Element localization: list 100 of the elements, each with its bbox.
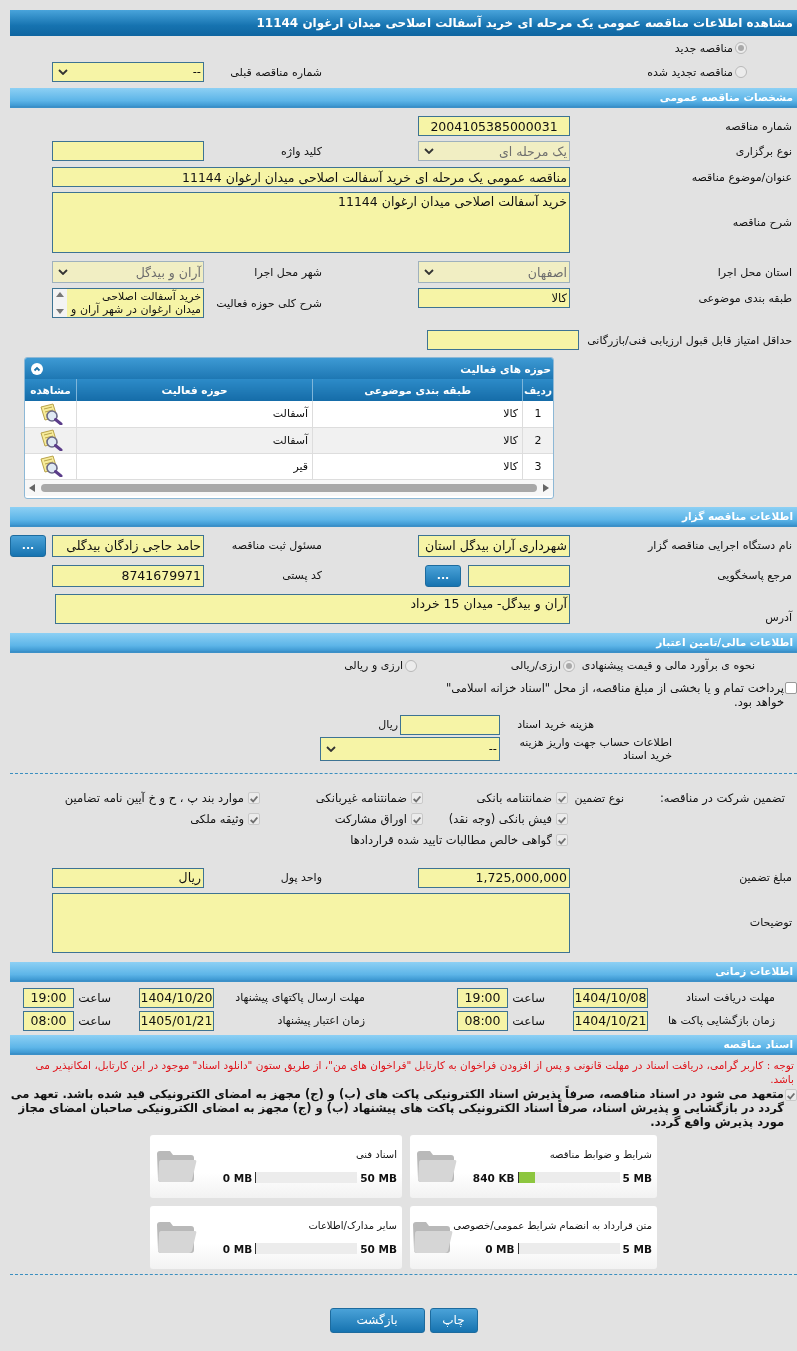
- field-label: نوع تضمین: [573, 790, 625, 807]
- field-label: مهلت دریافت اسناد: [685, 991, 776, 1004]
- checkbox-label: پرداخت تمام و یا بخشی از مبلغ مناقصه، از محل "اسناد خزانه اسلامی" خواهد بود.: [444, 680, 785, 709]
- field-label: استان محل اجرا: [716, 265, 793, 279]
- magnifier-icon[interactable]: [38, 429, 63, 451]
- address-field[interactable]: آران و بیدگل- میدان 15 خرداد: [55, 593, 570, 624]
- tender-number-field[interactable]: 2004105385000031: [418, 116, 570, 136]
- notice-text: توجه : کاربر گرامی، دریافت اسناد در مهلت قانونی و پس از افزودن فراخوان به کارتابل "فراخوان های من"، از طریق ستون "دانلود اسناد" موجود در این کارتابل، امکانپذیر می باشد.: [34, 1057, 795, 1085]
- checkbox-label: ضمانتنامه بانکی: [476, 791, 552, 805]
- scope-description-field[interactable]: خرید آسفالت اصلاحی میدان ارغوان در شهر آران و: [52, 288, 204, 318]
- previous-number-select[interactable]: --: [52, 62, 204, 82]
- document-fee-field[interactable]: [400, 714, 500, 735]
- field-label: شماره مناقصه: [724, 119, 793, 133]
- currency-field[interactable]: ریال: [52, 867, 204, 888]
- radio-button[interactable]: [735, 66, 747, 78]
- time-field[interactable]: 19:00: [457, 987, 508, 1008]
- radio-button[interactable]: [563, 659, 575, 672]
- checkbox[interactable]: [556, 834, 568, 846]
- time-field[interactable]: 19:00: [23, 987, 74, 1008]
- account-select[interactable]: --: [320, 736, 500, 761]
- time-field[interactable]: 08:00: [457, 1010, 508, 1031]
- scroll-down-icon[interactable]: [56, 309, 64, 314]
- agency-field[interactable]: شهرداری آران بیدگل استان: [418, 534, 570, 557]
- description-field[interactable]: خرید آسفالت اصلاحی میدان ارغوان 11144: [52, 192, 570, 253]
- action-button[interactable]: چاپ: [429, 1307, 478, 1333]
- table-cell: آسفالت: [76, 427, 313, 453]
- file-size: 0 MB: [485, 1242, 515, 1255]
- field-label: شرح کلی حوزه فعالیت: [215, 296, 323, 310]
- chevron-icon: [424, 148, 434, 154]
- file-size: 0 MB: [222, 1242, 253, 1255]
- postal-code-field[interactable]: 8741679971: [52, 564, 204, 587]
- field-label: مسئول ثبت مناقصه: [230, 539, 323, 552]
- table-cell: 2: [522, 427, 553, 453]
- keyword-field[interactable]: [52, 141, 204, 161]
- radio-button[interactable]: [735, 42, 747, 54]
- chevron-icon: [326, 745, 336, 752]
- table-cell: قیر: [76, 453, 313, 479]
- field-label: کد پستی: [281, 569, 323, 582]
- notes-field[interactable]: [52, 892, 570, 953]
- min-score-field[interactable]: [427, 330, 580, 350]
- category-field[interactable]: کالا: [418, 288, 570, 308]
- guarantee-amount-field[interactable]: 1,725,000,000: [418, 867, 570, 888]
- option-label: ارزی و ریالی: [344, 659, 403, 672]
- checkbox[interactable]: [785, 681, 797, 694]
- scroll-right-icon[interactable]: [543, 483, 549, 492]
- field-label: زمان بازگشایی پاکت ها: [666, 1014, 776, 1027]
- date-field[interactable]: 1404/10/20: [139, 987, 214, 1008]
- option-label: مناقصه جدید: [674, 41, 733, 55]
- chevron-icon: [58, 269, 68, 275]
- checkbox[interactable]: [248, 792, 260, 804]
- table-cell: آسفالت: [76, 401, 313, 427]
- field-label: حداقل امتیاز قابل قبول ارزیابی فنی/بازرگانی: [587, 333, 793, 347]
- option-label: مناقصه تجدید شده: [647, 65, 733, 79]
- file-size: 0 MB: [222, 1171, 253, 1184]
- table-cell: کالا: [312, 427, 523, 453]
- folder-icon: [411, 1219, 454, 1255]
- section-header: مشخصات مناقصه عمومی: [10, 88, 797, 108]
- checkbox-label: موارد بند پ ، ح و خ آیین نامه تضامین: [64, 791, 244, 805]
- registrar-field[interactable]: حامد حاجی زادگان بیدگلی: [52, 534, 204, 557]
- column-header: مشاهده: [25, 379, 77, 401]
- commitment-text: متعهد می شود در اسناد مناقصه، صرفاً پذیرش اسناد الکترونیکی پاکت های (ب) و (ج) مجهز به امضای الکترونیکی قید شده باشد. تعهد می گردد در بازگشایی و پذیرش اسناد، صرفاً اسناد الکترونیکی پاکت های پیشنهاد (ب) و (ج) مجهز به امضای الکترونیکی صاحبان امضای مجاز مورد پذیرش واقع گردد.: [10, 1086, 784, 1129]
- option-label: ارزی/ریالی: [510, 659, 561, 672]
- field-label: اطلاعات حساب جهت واریز هزینه خرید اسناد: [518, 735, 673, 762]
- field-label: طبقه بندی موضوعی: [697, 291, 793, 305]
- magnifier-icon[interactable]: [38, 402, 63, 425]
- date-field[interactable]: 1405/01/21: [139, 1010, 214, 1031]
- checkbox[interactable]: [411, 813, 423, 825]
- checkbox-label: وثیقه ملکی: [190, 812, 244, 826]
- date-field[interactable]: 1404/10/21: [573, 1010, 648, 1031]
- collapse-icon[interactable]: [31, 362, 43, 375]
- column-header: طبقه بندی موضوعی: [312, 379, 523, 401]
- file-name: اسناد فنی: [355, 1148, 397, 1160]
- date-field[interactable]: 1404/10/08: [573, 987, 648, 1008]
- checkbox[interactable]: [785, 1088, 797, 1101]
- column-header: ردیف: [522, 379, 553, 401]
- magnifier-icon[interactable]: [38, 455, 63, 477]
- checkbox[interactable]: [248, 813, 260, 825]
- size-limit: 5 MB: [622, 1242, 652, 1255]
- size-limit: 5 MB: [622, 1171, 652, 1184]
- scroll-left-icon[interactable]: [29, 483, 35, 492]
- checkbox[interactable]: [556, 792, 568, 804]
- size-limit: 50 MB: [360, 1171, 397, 1184]
- checkbox-label: فیش بانکی (وجه نقد): [448, 812, 552, 826]
- checkbox[interactable]: [411, 792, 423, 804]
- time-field[interactable]: 08:00: [23, 1010, 74, 1031]
- radio-button[interactable]: [405, 659, 417, 672]
- section-header: اطلاعات مناقصه گزار: [10, 506, 797, 527]
- radio-option[interactable]: مناقصه جدید: [674, 41, 747, 55]
- field-label: نام دستگاه اجرایی مناقصه گزار: [646, 539, 793, 552]
- subject-field[interactable]: مناقصه عمومی یک مرحله ای خرید آسفالت اصلاحی میدان ارغوان 11144: [52, 167, 570, 187]
- field-label: شماره مناقصه قبلی: [229, 65, 323, 79]
- checkbox[interactable]: [556, 813, 568, 825]
- scroll-up-icon[interactable]: [56, 292, 64, 297]
- action-button[interactable]: بازگشت: [329, 1307, 425, 1333]
- reference-field[interactable]: [468, 564, 570, 587]
- chevron-icon: [58, 69, 68, 75]
- browse-button[interactable]: ...: [425, 564, 461, 587]
- browse-button[interactable]: ...: [10, 534, 46, 557]
- field-label: نوع برگزاری: [734, 144, 793, 158]
- checkbox-label: گواهی خالص مطالبات تایید شده قراردادها: [350, 833, 552, 847]
